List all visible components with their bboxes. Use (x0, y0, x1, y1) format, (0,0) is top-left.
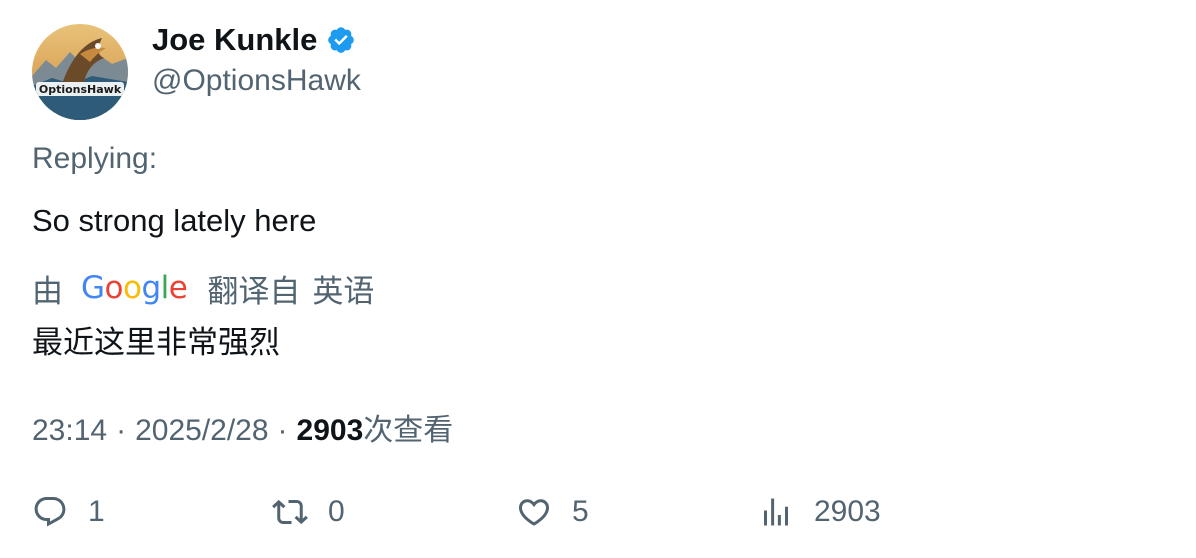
views-count: 2903 (296, 414, 364, 447)
avatar[interactable]: OptionsHawk (32, 24, 128, 120)
replying-label: Replying: (32, 142, 158, 175)
source-language: 英语 (312, 273, 375, 309)
heart-icon (518, 499, 550, 526)
author-handle[interactable]: @OptionsHawk (152, 64, 361, 98)
reply-icon (34, 497, 66, 527)
tweet-text: So strong lately here (32, 203, 317, 238)
avatar-logo-text: OptionsHawk (39, 83, 122, 96)
views-action-count: 2903 (814, 495, 881, 528)
meta-separator: · (277, 414, 288, 447)
tweet-meta: 23:14 · 2025/2/28 · 2903 次查看 (32, 405, 453, 449)
reply-button[interactable]: 1 (32, 492, 105, 532)
reply-count: 1 (88, 495, 105, 528)
like-button[interactable]: 5 (516, 492, 589, 532)
author-name[interactable]: Joe Kunkle (152, 22, 317, 58)
retweet-count: 0 (328, 495, 345, 528)
google-logo: Google (81, 270, 188, 306)
hawk-logo-icon: OptionsHawk (32, 24, 128, 120)
tweet-date[interactable]: 2025/2/28 (135, 414, 268, 448)
views-icon (764, 498, 788, 526)
like-count: 5 (572, 495, 589, 528)
tweet-time[interactable]: 23:14 (32, 414, 107, 448)
translated-text: 最近这里非常强烈 (32, 325, 280, 360)
verified-badge-icon (326, 25, 356, 55)
translated-by-label: 由 (32, 273, 63, 309)
meta-separator: · (116, 414, 127, 447)
views-button[interactable]: 2903 (758, 492, 881, 532)
views-label: 次查看 (363, 414, 454, 447)
translated-from-label: 翻译自 (207, 273, 301, 309)
retweet-button[interactable]: 0 (272, 492, 345, 532)
author-name-row[interactable]: Joe Kunkle (152, 22, 356, 58)
retweet-icon (272, 499, 308, 525)
translation-attribution: 由 Google 翻译自 英语 (32, 268, 375, 309)
